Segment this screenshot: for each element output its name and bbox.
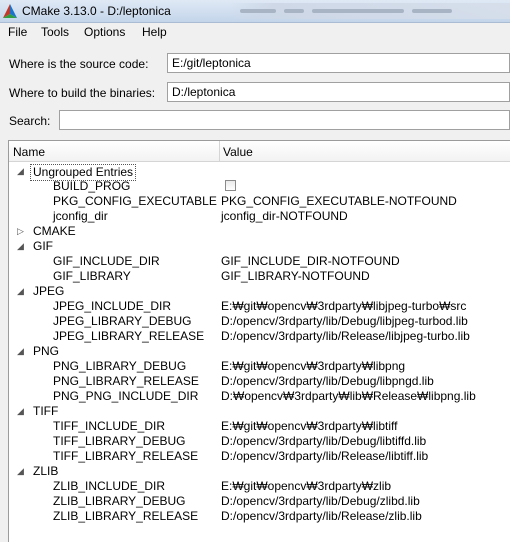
entry-row[interactable]: ZLIB_LIBRARY_DEBUG D:/opencv/3rdparty/lib… [9,494,510,509]
entry-row[interactable]: TIFF_LIBRARY_RELEASE D:/opencv/3rdparty/l… [9,449,510,464]
group-row[interactable]: ◢ PNG [9,344,510,359]
entry-name: GIF_LIBRARY [53,269,131,283]
entry-value[interactable]: D:/opencv/3rdparty/lib/Release/libtiff.l… [221,449,428,464]
column-header-value[interactable]: Value [223,145,253,159]
entry-name: TIFF_LIBRARY_DEBUG [53,434,186,448]
entry-value[interactable]: E:₩git₩opencv₩3rdparty₩libjpeg-turbo₩src [221,299,466,314]
entry-value[interactable]: D:/opencv/3rdparty/lib/Debug/libpngd.lib [221,374,434,389]
entry-value[interactable]: E:₩git₩opencv₩3rdparty₩zlib [221,479,391,494]
entry-value[interactable]: D:₩opencv₩3rdparty₩lib₩Release₩libpng.li… [221,389,476,404]
entry-name: ZLIB_LIBRARY_DEBUG [53,494,186,508]
entry-name: PNG_LIBRARY_DEBUG [53,359,187,373]
entry-name: PNG_PNG_INCLUDE_DIR [53,389,199,403]
column-header-name[interactable]: Name [13,145,45,159]
entry-row[interactable]: JPEG_LIBRARY_DEBUG D:/opencv/3rdparty/lib… [9,314,510,329]
entry-value[interactable]: jconfig_dir-NOTFOUND [221,209,348,224]
group-row[interactable]: ◢ GIF [9,239,510,254]
entry-name: JPEG_LIBRARY_RELEASE [53,329,205,343]
entry-name: PKG_CONFIG_EXECUTABLE [53,194,217,208]
entry-row[interactable]: PNG_PNG_INCLUDE_DIR D:₩opencv₩3rdparty₩li… [9,389,510,404]
build-dir-input[interactable]: D:/leptonica [167,82,510,102]
title-bar[interactable]: CMake 3.13.0 - D:/leptonica [0,0,510,23]
source-code-label: Where is the source code: [9,57,149,71]
entry-row[interactable]: GIF_LIBRARY GIF_LIBRARY-NOTFOUND [9,269,510,284]
menu-help[interactable]: Help [142,25,167,39]
group-row[interactable]: ◢ ZLIB [9,464,510,479]
background-tabs [230,3,510,19]
build-dir-label: Where to build the binaries: [9,86,156,100]
entry-value[interactable]: D:/opencv/3rdparty/lib/Debug/zlibd.lib [221,494,420,509]
entry-name: ZLIB_LIBRARY_RELEASE [53,509,199,523]
group-name: GIF [33,239,53,253]
group-name: TIFF [33,404,59,418]
collapse-arrow-icon[interactable]: ◢ [17,240,27,252]
entry-name: TIFF_INCLUDE_DIR [53,419,166,433]
entry-name: BUILD_PROG [53,179,131,193]
tree-header: Name Value [9,141,510,162]
collapse-arrow-icon[interactable]: ◢ [17,165,27,177]
entry-name: JPEG_INCLUDE_DIR [53,299,172,313]
collapse-arrow-icon[interactable]: ◢ [17,465,27,477]
group-name: ZLIB [33,464,59,478]
group-row[interactable]: ▷ CMAKE [9,224,510,239]
collapse-arrow-icon[interactable]: ◢ [17,285,27,297]
group-name: PNG [33,344,60,358]
entry-value[interactable]: GIF_INCLUDE_DIR-NOTFOUND [221,254,400,269]
entry-row[interactable]: JPEG_LIBRARY_RELEASE D:/opencv/3rdparty/l… [9,329,510,344]
entry-row[interactable]: PKG_CONFIG_EXECUTABLE PKG_CONFIG_EXECUTAB… [9,194,510,209]
entry-row[interactable]: BUILD_PROG [9,179,510,194]
menu-tools[interactable]: Tools [41,25,69,39]
group-row[interactable]: ◢ JPEG [9,284,510,299]
entry-row[interactable]: PNG_LIBRARY_DEBUG E:₩git₩opencv₩3rdparty₩… [9,359,510,374]
group-row[interactable]: ◢ TIFF [9,404,510,419]
entry-value[interactable]: D:/opencv/3rdparty/lib/Release/zlib.lib [221,509,422,524]
entry-name: GIF_INCLUDE_DIR [53,254,160,268]
search-input[interactable] [59,110,510,130]
menu-bar: File Tools Options Help [0,23,510,42]
entry-name: PNG_LIBRARY_RELEASE [53,374,199,388]
entry-name: jconfig_dir [53,209,108,223]
entry-value[interactable]: GIF_LIBRARY-NOTFOUND [221,269,370,284]
entry-name: JPEG_LIBRARY_DEBUG [53,314,192,328]
entry-value[interactable]: D:/opencv/3rdparty/lib/Release/libjpeg-t… [221,329,470,344]
entry-row[interactable]: jconfig_dir jconfig_dir-NOTFOUND [9,209,510,224]
search-label: Search: [9,114,51,128]
entry-name: TIFF_LIBRARY_RELEASE [53,449,199,463]
build-prog-checkbox[interactable] [225,180,236,191]
expand-arrow-icon[interactable]: ▷ [17,225,27,237]
menu-file[interactable]: File [8,25,27,39]
entry-row[interactable]: PNG_LIBRARY_RELEASE D:/opencv/3rdparty/li… [9,374,510,389]
entry-row[interactable]: TIFF_LIBRARY_DEBUG D:/opencv/3rdparty/lib… [9,434,510,449]
collapse-arrow-icon[interactable]: ◢ [17,345,27,357]
entry-value[interactable]: PKG_CONFIG_EXECUTABLE-NOTFOUND [221,194,457,209]
entry-row[interactable]: JPEG_INCLUDE_DIR E:₩git₩opencv₩3rdparty₩l… [9,299,510,314]
column-divider[interactable] [219,141,220,161]
source-code-input[interactable]: E:/git/leptonica [167,53,510,73]
window-title: CMake 3.13.0 - D:/leptonica [22,4,171,18]
cmake-logo-icon [3,4,17,18]
entry-row[interactable]: TIFF_INCLUDE_DIR E:₩git₩opencv₩3rdparty₩l… [9,419,510,434]
entry-value[interactable]: E:₩git₩opencv₩3rdparty₩libtiff [221,419,398,434]
group-row[interactable]: ◢ Ungrouped Entries [9,164,510,181]
menu-options[interactable]: Options [84,25,125,39]
entry-row[interactable]: ZLIB_INCLUDE_DIR E:₩git₩opencv₩3rdparty₩z… [9,479,510,494]
entry-name: ZLIB_INCLUDE_DIR [53,479,166,493]
entry-row[interactable]: ZLIB_LIBRARY_RELEASE D:/opencv/3rdparty/l… [9,509,510,524]
group-name: CMAKE [33,224,76,238]
entry-value[interactable]: D:/opencv/3rdparty/lib/Debug/libjpeg-tur… [221,314,468,329]
cache-tree[interactable]: Name Value ◢ Ungrouped Entries BUILD_PROG P… [8,140,510,542]
entry-row[interactable]: GIF_INCLUDE_DIR GIF_INCLUDE_DIR-NOTFOUND [9,254,510,269]
collapse-arrow-icon[interactable]: ◢ [17,405,27,417]
entry-value[interactable]: D:/opencv/3rdparty/lib/Debug/libtiffd.li… [221,434,426,449]
group-name: JPEG [33,284,65,298]
entry-value[interactable]: E:₩git₩opencv₩3rdparty₩libpng [221,359,405,374]
